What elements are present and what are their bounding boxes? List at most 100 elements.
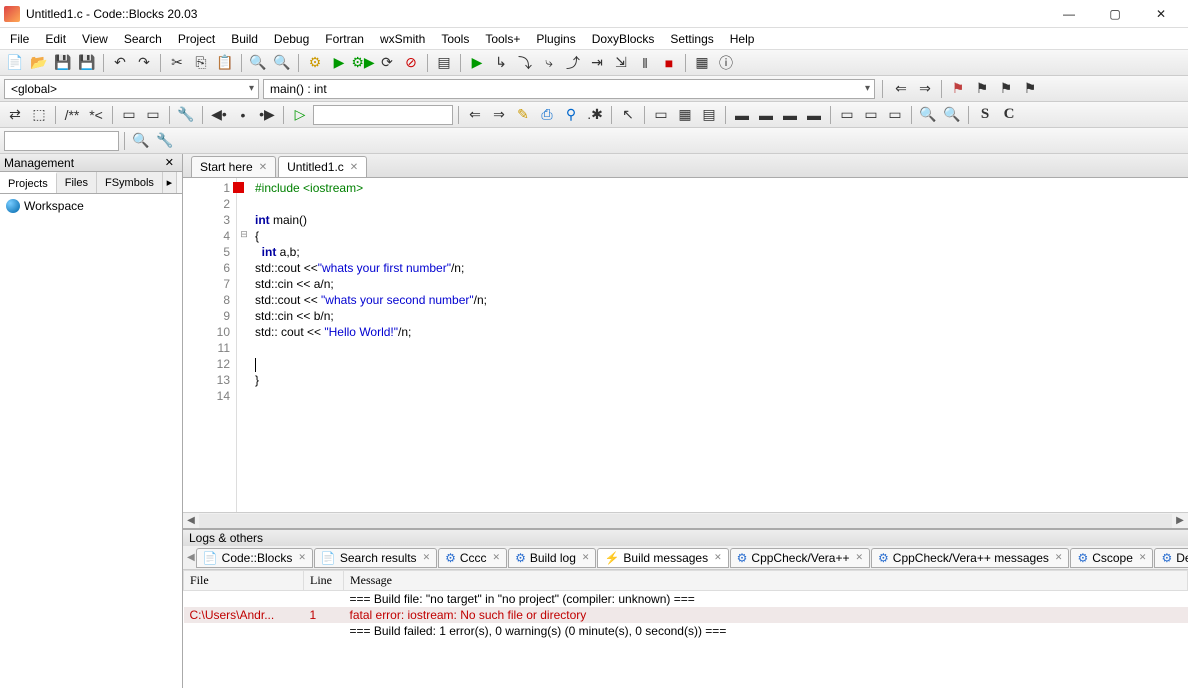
win2-icon[interactable]: ▬ (755, 104, 777, 126)
menu-file[interactable]: File (2, 30, 37, 48)
log-tab-close-icon[interactable]: ✕ (855, 552, 863, 563)
log-tab-1[interactable]: 📄Search results✕ (314, 548, 437, 568)
next-line-icon[interactable]: ⤵ (514, 52, 536, 74)
build-run-icon[interactable]: ⚙▶ (352, 52, 374, 74)
log-tab-7[interactable]: ⚙Cscope✕ (1070, 548, 1153, 568)
step-into-icon[interactable]: ⤷ (538, 52, 560, 74)
log-col-line[interactable]: Line (304, 571, 344, 591)
log-tab-close-icon[interactable]: ✕ (1139, 552, 1147, 563)
scroll-track[interactable] (199, 514, 1172, 528)
next-instr-icon[interactable]: ⇥ (586, 52, 608, 74)
menu-help[interactable]: Help (722, 30, 763, 48)
log-row[interactable]: === Build file: "no target" in "no proje… (184, 591, 1188, 608)
menu-project[interactable]: Project (170, 30, 223, 48)
menu-build[interactable]: Build (223, 30, 266, 48)
rect2-icon[interactable]: ▭ (860, 104, 882, 126)
doxy-icon[interactable]: ▭ (118, 104, 140, 126)
build-icon[interactable]: ⚙ (304, 52, 326, 74)
paste-icon[interactable]: 📋 (214, 52, 236, 74)
stop-debug-icon[interactable]: ■ (658, 52, 680, 74)
menu-edit[interactable]: Edit (37, 30, 74, 48)
rect1-icon[interactable]: ▭ (836, 104, 858, 126)
scope-function-select[interactable]: main() : int (263, 79, 875, 99)
scroll-right-icon[interactable]: ▶ (1172, 515, 1188, 526)
cut-icon[interactable]: ✂ (166, 52, 188, 74)
maximize-button[interactable]: ▢ (1092, 0, 1138, 28)
target-combo[interactable] (313, 105, 453, 125)
win3-icon[interactable]: ▬ (779, 104, 801, 126)
bookmark-clear-icon[interactable]: ⚑ (1019, 78, 1041, 100)
menu-settings[interactable]: Settings (662, 30, 721, 48)
close-button[interactable]: ✕ (1138, 0, 1184, 28)
editor-tab-close-icon[interactable]: ✕ (259, 162, 267, 173)
cursor-icon[interactable]: ↖ (617, 104, 639, 126)
hl-find-icon[interactable]: ⚲ (560, 104, 582, 126)
log-tab-close-icon[interactable]: ✕ (582, 552, 590, 563)
zoom-in-icon[interactable]: 🔍 (917, 104, 939, 126)
s-button[interactable]: S (974, 104, 996, 126)
nav-forward-icon[interactable]: ⇒ (914, 78, 936, 100)
menu-view[interactable]: View (74, 30, 116, 48)
settings-wrench-icon[interactable]: 🔧 (175, 104, 197, 126)
bp-prev-icon[interactable]: ◀• (208, 104, 230, 126)
step-out-icon[interactable]: ⤴ (562, 52, 584, 74)
log-tab-8[interactable]: ⚙Debugg✕ (1154, 548, 1188, 568)
c-button[interactable]: C (998, 104, 1020, 126)
uncomment-icon[interactable]: *< (85, 104, 107, 126)
open-file-icon[interactable]: 📂 (28, 52, 50, 74)
management-close-icon[interactable]: ✕ (161, 156, 178, 169)
debug-windows-icon[interactable]: ▦ (691, 52, 713, 74)
doxy2-icon[interactable]: ▭ (142, 104, 164, 126)
win1-icon[interactable]: ▬ (731, 104, 753, 126)
search-options-icon[interactable]: 🔧 (154, 130, 176, 152)
code-content[interactable]: #include <iostream>int main(){ int a,b;s… (251, 178, 1188, 512)
minimize-button[interactable]: — (1046, 0, 1092, 28)
hl-next-icon[interactable]: ⇒ (488, 104, 510, 126)
log-row[interactable]: C:\Users\Andr...1fatal error: iostream: … (184, 607, 1188, 623)
save-icon[interactable]: 💾 (52, 52, 74, 74)
line-gutter[interactable]: 1234567891011121314 (183, 178, 237, 512)
select-icon[interactable]: ⬚ (28, 104, 50, 126)
log-tab-close-icon[interactable]: ✕ (714, 552, 722, 563)
log-tab-2[interactable]: ⚙Cccc✕ (438, 548, 507, 568)
find-icon[interactable]: 🔍 (247, 52, 269, 74)
debug-run-icon[interactable]: ▶ (466, 52, 488, 74)
comment-icon[interactable]: /** (61, 104, 83, 126)
menu-tools[interactable]: Tools (433, 30, 477, 48)
menu-debug[interactable]: Debug (266, 30, 317, 48)
hl-prev-icon[interactable]: ⇐ (464, 104, 486, 126)
editor-tab-1[interactable]: Untitled1.c✕ (278, 156, 367, 177)
zoom-out-icon[interactable]: 🔍 (941, 104, 963, 126)
rect3-icon[interactable]: ▭ (884, 104, 906, 126)
menu-fortran[interactable]: Fortran (317, 30, 372, 48)
menu-plugins[interactable]: Plugins (528, 30, 583, 48)
fold-column[interactable]: ⊟ (237, 178, 251, 512)
break-icon[interactable]: ‖ (634, 52, 656, 74)
logs-tab-left-icon[interactable]: ◀ (187, 552, 195, 563)
menu-doxyblocks[interactable]: DoxyBlocks (584, 30, 663, 48)
undo-icon[interactable]: ↶ (109, 52, 131, 74)
scope-global-select[interactable]: <global> (4, 79, 259, 99)
hl-clear-icon[interactable]: ✎ (512, 104, 534, 126)
log-tab-close-icon[interactable]: ✕ (298, 552, 306, 563)
quick-search-input[interactable] (4, 131, 119, 151)
box3-icon[interactable]: ▤ (698, 104, 720, 126)
hl-regex-icon[interactable]: .✱ (584, 104, 606, 126)
redo-icon[interactable]: ↷ (133, 52, 155, 74)
search-icon[interactable]: 🔍 (130, 130, 152, 152)
hl-text-icon[interactable]: ⎙ (536, 104, 558, 126)
run-target-icon[interactable]: ▷ (289, 104, 311, 126)
log-tab-4[interactable]: ⚡Build messages✕ (597, 548, 728, 568)
box2-icon[interactable]: ▦ (674, 104, 696, 126)
log-col-file[interactable]: File (184, 571, 304, 591)
target-select-icon[interactable]: ▤ (433, 52, 455, 74)
step-instr-icon[interactable]: ⇲ (610, 52, 632, 74)
nav-back-icon[interactable]: ⇐ (890, 78, 912, 100)
run-to-cursor-icon[interactable]: ↳ (490, 52, 512, 74)
bookmark-toggle-icon[interactable]: ⚑ (947, 78, 969, 100)
log-tab-6[interactable]: ⚙CppCheck/Vera++ messages✕ (871, 548, 1069, 568)
new-file-icon[interactable]: 📄 (4, 52, 26, 74)
bookmark-next-icon[interactable]: ⚑ (995, 78, 1017, 100)
run-icon[interactable]: ▶ (328, 52, 350, 74)
bp-toggle-icon[interactable]: • (232, 104, 254, 126)
